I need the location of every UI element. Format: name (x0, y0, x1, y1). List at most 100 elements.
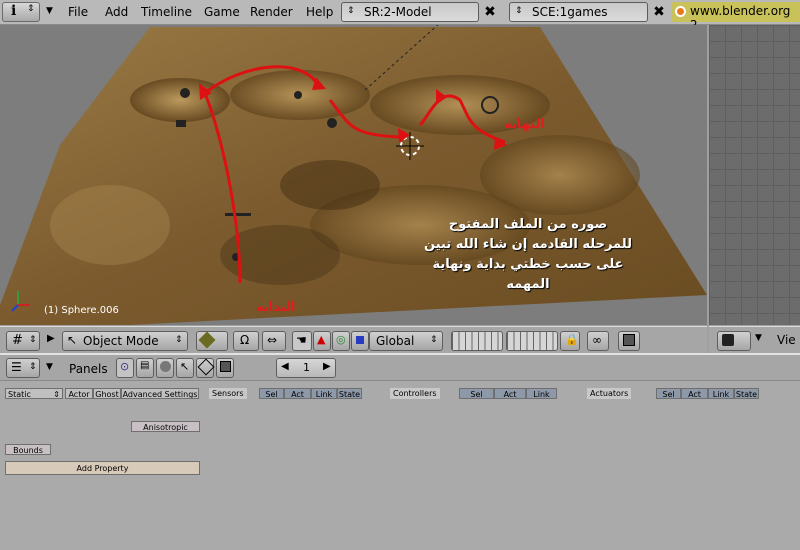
logic-context-button[interactable]: ⊙ (116, 358, 134, 378)
anisotropic-button[interactable]: Anisotropic (131, 421, 200, 432)
logic-icon: ⊙ (120, 360, 130, 373)
link-button[interactable]: ∞ (587, 331, 609, 351)
sensors-sel[interactable]: Sel (259, 388, 284, 399)
updown-icon: ⇕ (29, 335, 37, 345)
menu-add[interactable]: Add (105, 5, 128, 19)
shading-context-button[interactable] (156, 358, 174, 378)
rotate-button[interactable]: ◎ (332, 331, 350, 351)
layer-buttons-1[interactable] (451, 331, 503, 351)
editor-type-button[interactable]: i ⇕ (2, 2, 40, 22)
buttons-window (0, 353, 800, 550)
ghost-toggle[interactable]: Ghost (93, 388, 121, 399)
3d-viewport[interactable]: (1) Sphere.006 صوره من الملف المفتوح للم… (0, 25, 707, 325)
actuators-act[interactable]: Act (681, 388, 708, 399)
collapse-triangle-icon[interactable]: ▼ (46, 6, 53, 16)
editor-type-button[interactable]: ☰ ⇕ (6, 358, 40, 378)
draw-type-selector[interactable] (196, 331, 228, 351)
actuators-sel[interactable]: Sel (656, 388, 681, 399)
editor-type-button[interactable] (717, 331, 751, 351)
lock-layers-button[interactable]: 🔒 (560, 331, 580, 351)
frame-number-field[interactable]: ◀ 1 ▶ (276, 358, 336, 378)
mode-label: Object Mode (83, 334, 159, 348)
scene-name: SCE:1games (532, 5, 608, 19)
layer-buttons-2[interactable] (506, 331, 558, 351)
bounds-button[interactable]: Bounds (5, 444, 51, 455)
delete-screen-button[interactable]: ✖ (481, 2, 499, 22)
sensors-state[interactable]: State (337, 388, 362, 399)
hand-manipulator-button[interactable]: ☚ (292, 331, 312, 351)
actuators-label: Actuators (587, 388, 632, 399)
updown-icon: ⇕ (515, 6, 523, 16)
arrow-right-icon: ▶ (323, 361, 331, 372)
menu-game[interactable]: Game (204, 5, 240, 19)
buttons-window-icon: ☰ (11, 360, 22, 374)
triangle-icon: ▲ (317, 333, 326, 346)
sensors-label: Sensors (209, 388, 247, 399)
advanced-settings-button[interactable]: Advanced Settings (121, 388, 199, 399)
annotation-text: صوره من الملف المفتوح للمرحله القادمه إن… (418, 215, 638, 295)
render-button[interactable] (618, 331, 640, 351)
updown-icon: ⇕ (29, 362, 37, 372)
controllers-link[interactable]: Link (526, 388, 557, 399)
arrow-left-icon: ◀ (281, 361, 289, 372)
object-context-button[interactable]: ↖ (176, 358, 194, 378)
physics-type-label: Static (8, 390, 31, 399)
editor-type-button[interactable]: # ⇕ (6, 331, 40, 351)
blender-url[interactable]: www.blender.org 2 (672, 2, 800, 32)
collapse-triangle-icon[interactable]: ▼ (46, 362, 53, 372)
scene-context-button[interactable] (216, 358, 234, 378)
menu-help[interactable]: Help (306, 5, 333, 19)
sensors-link[interactable]: Link (311, 388, 337, 399)
annotation-line: صوره من الملف المفتوح (448, 217, 608, 232)
screen-selector[interactable]: ⇕ SR:2-Model (341, 2, 479, 22)
sensors-act[interactable]: Act (284, 388, 311, 399)
scene-selector[interactable]: ⇕ SCE:1games (509, 2, 648, 22)
pivot-button[interactable]: Ω (233, 331, 259, 351)
physics-type-static[interactable]: Static ⇕ (5, 388, 63, 399)
orientation-selector[interactable]: Global ⇕ (369, 331, 443, 351)
editing-context-button[interactable] (196, 358, 215, 378)
info-icon: i (11, 3, 17, 19)
actuators-link[interactable]: Link (708, 388, 734, 399)
top-menu-bar: i ⇕ ▼ File Add Timeline Game Render Help… (0, 0, 800, 32)
menu-render[interactable]: Render (250, 5, 293, 19)
annotation-line: المهمه (506, 277, 550, 292)
script-icon: ▤ (140, 360, 150, 371)
panels-menu[interactable]: Panels (69, 362, 108, 376)
script-context-button[interactable]: ▤ (136, 358, 154, 378)
mode-selector[interactable]: ↖ Object Mode ⇕ (62, 331, 188, 351)
side-viewport[interactable] (709, 25, 800, 325)
viewport-header: # ⇕ ▶ ↖ Object Mode ⇕ Ω ⇔ ☚ ▲ ◎ Global ⇕… (0, 326, 707, 353)
hand-icon: ☚ (296, 333, 307, 347)
scale-button[interactable] (351, 331, 369, 351)
controllers-label: Controllers (390, 388, 440, 399)
add-property-button[interactable]: Add Property (5, 461, 200, 475)
object-icon: ↖ (180, 360, 190, 373)
scene-icon (220, 361, 231, 372)
frame-number: 1 (303, 361, 310, 374)
collapse-triangle-icon[interactable]: ▼ (755, 333, 762, 343)
orientation-label: Global (376, 334, 415, 348)
rotate-icon: ◎ (336, 333, 346, 346)
view-menu[interactable]: Vie (777, 333, 796, 347)
grid-icon: # (12, 333, 23, 348)
controllers-act[interactable]: Act (494, 388, 526, 399)
annotation-line: على حسب خطتي بداية ونهاية (432, 257, 624, 272)
render-icon (623, 334, 635, 346)
actor-toggle[interactable]: Actor (65, 388, 93, 399)
menu-timeline[interactable]: Timeline (141, 5, 192, 19)
actuators-state[interactable]: State (734, 388, 759, 399)
updown-icon: ⇕ (53, 390, 60, 399)
controllers-sel[interactable]: Sel (459, 388, 494, 399)
delete-scene-button[interactable]: ✖ (650, 2, 668, 22)
end-label: النهايه (504, 117, 545, 132)
updown-icon: ⇕ (27, 4, 35, 14)
menu-file[interactable]: File (68, 5, 88, 19)
expand-triangle-icon[interactable]: ▶ (47, 333, 55, 344)
active-object-label: (1) Sphere.006 (44, 305, 119, 316)
widget-button[interactable]: ⇔ (262, 331, 286, 351)
scale-icon (356, 336, 364, 344)
shading-icon (198, 331, 216, 349)
image-editor-icon (722, 334, 734, 346)
translate-button[interactable]: ▲ (313, 331, 331, 351)
